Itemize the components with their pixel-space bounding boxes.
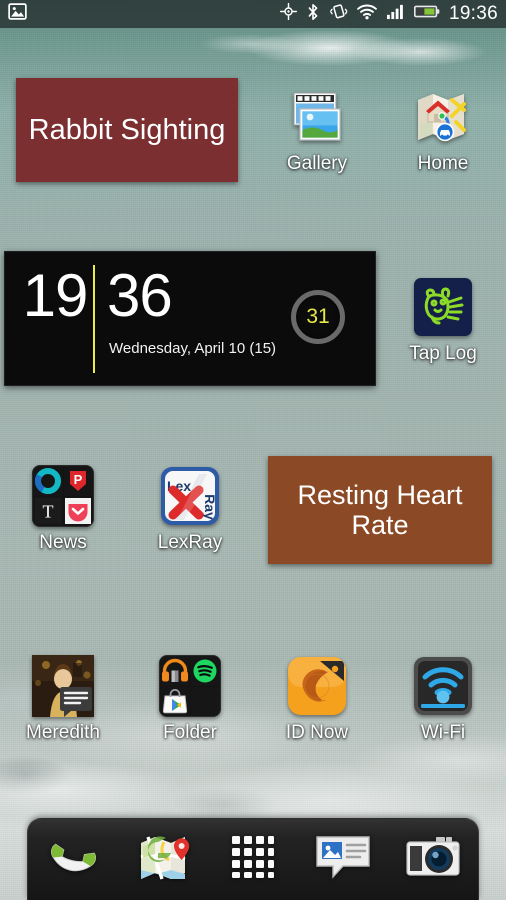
phone-icon: [46, 830, 100, 889]
dock: [27, 818, 479, 900]
dock-maps-button[interactable]: [131, 828, 195, 892]
folder-app-play-store-icon: [160, 686, 190, 716]
app-gallery[interactable]: Gallery: [258, 86, 376, 175]
news-app-circa-icon: [33, 466, 63, 496]
app-label-meredith: Meredith: [26, 722, 100, 743]
status-bar-clock: 19:36: [448, 3, 498, 24]
gallery-icon: [286, 86, 348, 148]
camera-icon: [405, 833, 461, 886]
news-app-pocket-icon: [63, 496, 93, 526]
folder-app-spotify-icon: [190, 656, 220, 686]
app-home[interactable]: Home: [384, 86, 502, 175]
app-label-news: News: [39, 532, 87, 553]
app-news[interactable]: P T News: [4, 465, 122, 554]
app-lexray[interactable]: Lex Ray LexRay: [131, 465, 249, 554]
dock-app-drawer-button[interactable]: [221, 828, 285, 892]
app-label-lexray: LexRay: [157, 532, 223, 553]
svg-text:Ray: Ray: [202, 494, 218, 520]
wifi-toggle-icon: [412, 655, 474, 717]
bluetooth-icon: [306, 3, 320, 26]
clock-divider: [93, 265, 95, 373]
app-meredith[interactable]: Meredith: [4, 655, 122, 744]
maps-icon: [136, 830, 190, 889]
cell-signal-icon: [386, 3, 405, 25]
news-folder-icon: P T: [32, 465, 94, 527]
svg-text:P: P: [74, 472, 83, 487]
app-label-id-now: ID Now: [285, 722, 349, 743]
vibrate-icon: [329, 3, 348, 25]
tap-log-icon: [412, 276, 474, 338]
app-drawer-icon: [230, 834, 276, 885]
app-label-gallery: Gallery: [286, 153, 348, 174]
media-folder-icon: [159, 655, 221, 717]
folder-empty-slot: [190, 686, 220, 716]
app-tap-log[interactable]: Tap Log: [384, 276, 502, 365]
contact-photo-icon: [32, 655, 94, 717]
dock-phone-button[interactable]: [41, 828, 105, 892]
app-label-tap-log: Tap Log: [409, 343, 477, 364]
app-folder[interactable]: Folder: [131, 655, 249, 744]
svg-text:T: T: [42, 502, 53, 522]
lexray-icon: Lex Ray: [159, 465, 221, 527]
home-map-icon: [412, 86, 474, 148]
clock-hour: 19: [22, 262, 89, 329]
gps-icon: [279, 2, 297, 25]
status-bar[interactable]: 19:36: [0, 0, 506, 28]
dock-camera-button[interactable]: [401, 828, 465, 892]
folder-app-headphones-icon: [160, 656, 190, 686]
news-app-pulse-icon: P: [63, 466, 93, 496]
app-label-wifi: Wi-Fi: [420, 722, 466, 743]
wifi-icon: [357, 4, 377, 25]
clock-date: Wednesday, April 10 (15): [109, 340, 277, 357]
app-id-now[interactable]: ID Now: [258, 655, 376, 744]
news-app-nytimes-icon: T: [33, 496, 63, 526]
widget-rabbit-sighting-label: Rabbit Sighting: [28, 113, 226, 146]
clock-minute: 36: [107, 262, 173, 329]
battery-icon: [413, 4, 440, 24]
widget-resting-heart-rate[interactable]: Resting Heart Rate: [268, 456, 492, 564]
app-label-folder: Folder: [163, 722, 217, 743]
widget-rabbit-sighting[interactable]: Rabbit Sighting: [16, 78, 238, 182]
messaging-icon: [314, 831, 372, 888]
clock-badge[interactable]: 31: [291, 290, 345, 344]
dock-messaging-button[interactable]: [311, 828, 375, 892]
image-notification-icon[interactable]: [8, 2, 27, 26]
app-label-home: Home: [417, 153, 469, 174]
id-now-icon: [286, 655, 348, 717]
widget-clock[interactable]: 19 36 Wednesday, April 10 (15) 31: [4, 251, 376, 386]
app-wifi[interactable]: Wi-Fi: [384, 655, 502, 744]
widget-resting-heart-rate-label: Resting Heart Rate: [297, 479, 463, 540]
